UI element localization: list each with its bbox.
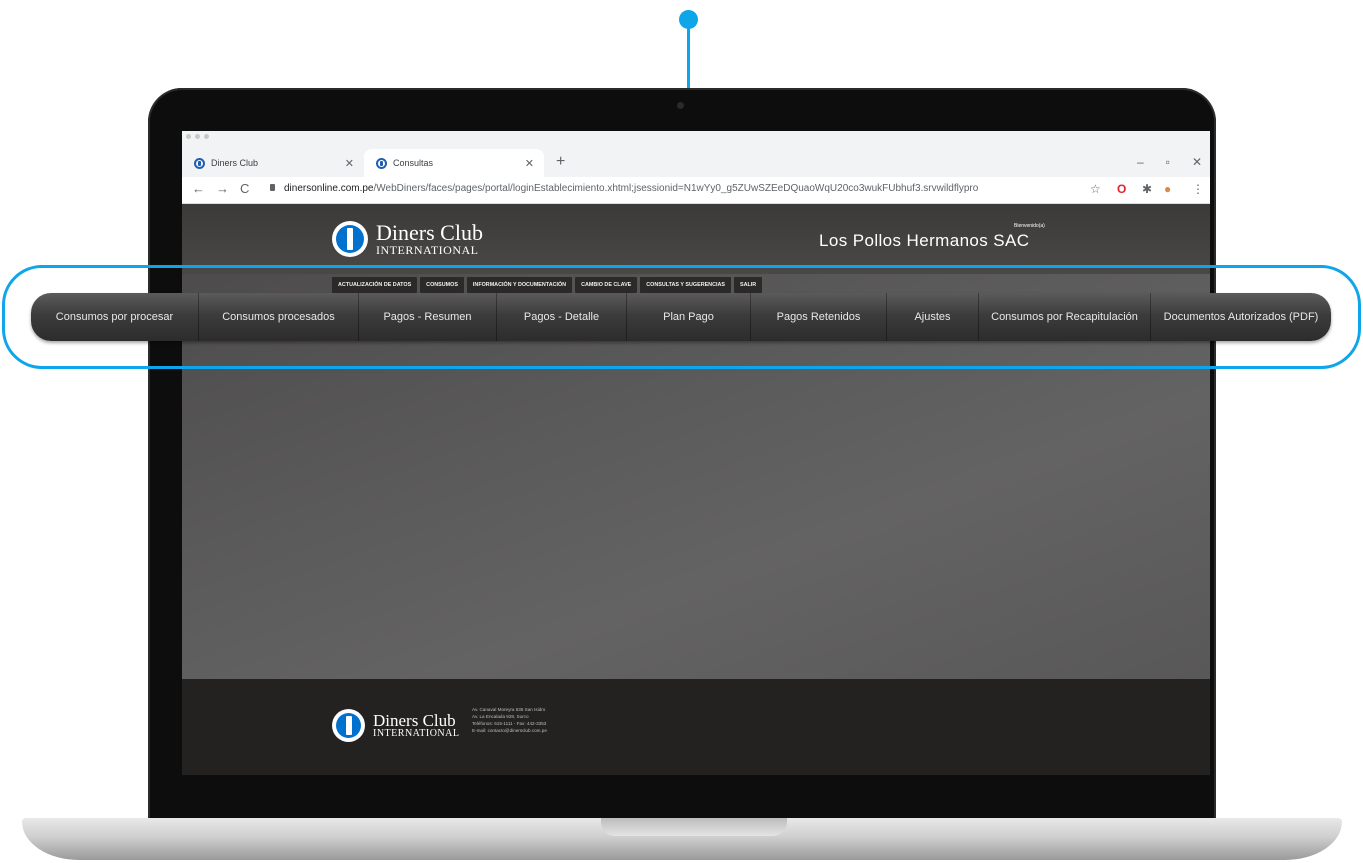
new-tab-icon[interactable]: +: [556, 153, 565, 171]
welcome-label: Bienvenido(a): [1014, 223, 1045, 229]
logo-subtitle: INTERNATIONAL: [376, 243, 479, 257]
diners-logo-icon: [332, 221, 368, 257]
tab-strip: Diners Club ✕ Consultas ✕ + – ▫ ✕: [182, 149, 1210, 177]
menu-dots-icon[interactable]: ⋮: [1192, 182, 1204, 196]
close-tab-icon[interactable]: ✕: [525, 157, 534, 170]
bookmark-star-icon[interactable]: ☆: [1090, 182, 1101, 196]
diners-favicon-icon: [194, 157, 205, 169]
window-dots: [186, 134, 209, 139]
page-footer: Diners Club INTERNATIONAL Av. Canaval Mo…: [182, 679, 1210, 775]
footer-logo-title: Diners Club: [373, 711, 456, 730]
reload-icon[interactable]: C: [240, 181, 249, 196]
logo-title: Diners Club: [376, 220, 483, 245]
profile-avatar-icon[interactable]: ●: [1164, 182, 1171, 196]
opera-icon[interactable]: O: [1117, 182, 1126, 196]
footer-logo-subtitle: INTERNATIONAL: [373, 728, 460, 739]
close-tab-icon[interactable]: ✕: [345, 157, 354, 170]
diners-favicon-icon: [376, 157, 387, 169]
url-field[interactable]: dinersonline.com.pe/WebDiners/faces/page…: [284, 183, 1004, 194]
diners-logo-icon: [332, 709, 365, 742]
back-icon[interactable]: ←: [192, 181, 205, 196]
footer-logo: Diners Club INTERNATIONAL: [332, 709, 460, 742]
lock-icon: [270, 184, 275, 191]
highlight-ring: [2, 265, 1361, 369]
tab-diners-club[interactable]: Diners Club ✕: [182, 149, 364, 177]
tab-label: Diners Club: [211, 158, 259, 168]
close-window-icon[interactable]: ✕: [1192, 155, 1202, 169]
company-name: Los Pollos Hermanos SAC: [819, 231, 1030, 250]
laptop-screen: Diners Club ✕ Consultas ✕ + – ▫ ✕ ← → C …: [182, 131, 1210, 775]
page-header: Diners Club INTERNATIONAL Bienvenido(a) …: [182, 204, 1210, 274]
diners-logo[interactable]: Diners Club INTERNATIONAL: [332, 221, 483, 257]
laptop-notch: [601, 818, 787, 836]
footer-address: Av. Canaval Moreyra 535 San Isidro Av. L…: [472, 707, 547, 733]
tab-consultas[interactable]: Consultas ✕: [364, 149, 544, 177]
camera: [677, 102, 684, 109]
forward-icon[interactable]: →: [216, 181, 229, 196]
extensions-icon[interactable]: ✱: [1142, 182, 1152, 196]
maximize-icon[interactable]: ▫: [1166, 155, 1170, 169]
minimize-icon[interactable]: –: [1137, 155, 1144, 169]
tab-label: Consultas: [393, 158, 434, 168]
window-controls: – ▫ ✕: [1137, 155, 1202, 169]
address-bar: ← → C dinersonline.com.pe/WebDiners/face…: [182, 177, 1210, 204]
browser-chrome: Diners Club ✕ Consultas ✕ + – ▫ ✕ ← → C …: [182, 131, 1210, 204]
